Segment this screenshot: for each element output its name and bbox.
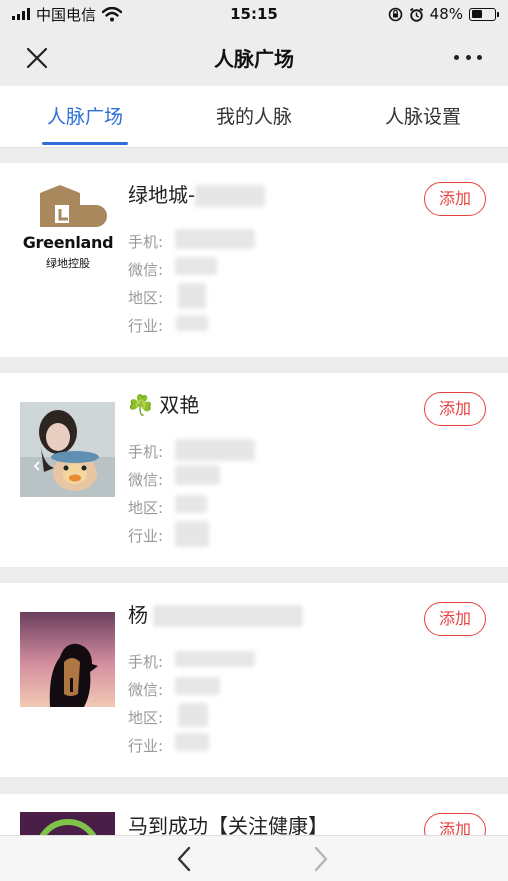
battery-icon bbox=[469, 7, 499, 21]
battery-percentage: 48% bbox=[429, 5, 463, 23]
redacted-text bbox=[153, 605, 303, 627]
signal-icon bbox=[12, 8, 30, 20]
redacted-text bbox=[175, 733, 209, 751]
redacted-text bbox=[195, 185, 265, 207]
contact-card[interactable]: ☘️ 双艳 手机: 微信: 地区: 行业: 添加 bbox=[0, 373, 508, 567]
alarm-icon bbox=[409, 7, 423, 22]
contact-name: ☘️ 双艳 bbox=[128, 393, 200, 417]
redacted-text bbox=[175, 521, 209, 547]
redacted-text bbox=[175, 439, 255, 461]
nav-bar: 人脉广场 bbox=[0, 28, 508, 86]
industry-label: 行业: bbox=[128, 737, 164, 755]
industry-label: 行业: bbox=[128, 527, 164, 545]
forward-arrow-icon[interactable] bbox=[312, 846, 330, 872]
redacted-text bbox=[175, 495, 207, 513]
contact-card[interactable]: 杨 手机: 微信: 地区: 行业: 添加 bbox=[0, 583, 508, 777]
logo-subtext: 绿地控股 bbox=[46, 257, 90, 270]
bottom-toolbar bbox=[0, 835, 508, 881]
wifi-icon bbox=[102, 6, 123, 21]
phone-label: 手机: bbox=[128, 653, 164, 671]
region-label: 地区: bbox=[128, 709, 164, 727]
status-bar: 中国电信 15:15 48% bbox=[0, 0, 508, 28]
tab-contact-settings[interactable]: 人脉设置 bbox=[358, 86, 488, 148]
add-contact-button[interactable]: 添加 bbox=[424, 182, 486, 216]
logo-wordmark: Greenland bbox=[22, 233, 114, 252]
industry-label: 行业: bbox=[128, 317, 164, 335]
status-left: 中国电信 bbox=[12, 4, 123, 25]
page-title: 人脉广场 bbox=[214, 46, 294, 71]
add-contact-button[interactable]: 添加 bbox=[424, 392, 486, 426]
tab-underline bbox=[42, 142, 128, 145]
avatar bbox=[20, 402, 115, 497]
avatar: Greenland 绿地控股 bbox=[18, 185, 118, 295]
phone-label: 手机: bbox=[128, 233, 164, 251]
phone-label: 手机: bbox=[128, 443, 164, 461]
redacted-text bbox=[175, 229, 255, 249]
redacted-text bbox=[175, 677, 220, 695]
redacted-text bbox=[175, 257, 217, 275]
status-right: 48% bbox=[388, 5, 499, 23]
add-contact-button[interactable]: 添加 bbox=[424, 602, 486, 636]
contact-name: 绿地城- bbox=[128, 183, 196, 207]
contact-card[interactable]: Greenland 绿地控股 绿地城- 手机: 微信: 地区: 行业: 添加 bbox=[0, 163, 508, 357]
carrier-label: 中国电信 bbox=[36, 5, 97, 24]
back-arrow-icon[interactable] bbox=[175, 846, 193, 872]
more-icon[interactable] bbox=[454, 48, 482, 66]
redacted-text bbox=[176, 315, 208, 331]
wechat-label: 微信: bbox=[128, 681, 164, 699]
region-label: 地区: bbox=[128, 289, 164, 307]
avatar bbox=[20, 612, 115, 707]
orientation-lock-icon bbox=[388, 7, 402, 21]
close-icon[interactable] bbox=[24, 45, 50, 71]
contact-name: 杨 bbox=[128, 603, 148, 627]
redacted-text bbox=[175, 465, 220, 485]
wechat-label: 微信: bbox=[128, 471, 164, 489]
redacted-text bbox=[178, 283, 206, 309]
redacted-text bbox=[175, 651, 255, 667]
wechat-label: 微信: bbox=[128, 261, 164, 279]
redacted-text bbox=[178, 703, 208, 727]
region-label: 地区: bbox=[128, 499, 164, 517]
tab-my-contacts[interactable]: 我的人脉 bbox=[189, 86, 319, 148]
tab-square[interactable]: 人脉广场 bbox=[20, 86, 150, 148]
tab-bar: 人脉广场 我的人脉 人脉设置 bbox=[0, 86, 508, 148]
